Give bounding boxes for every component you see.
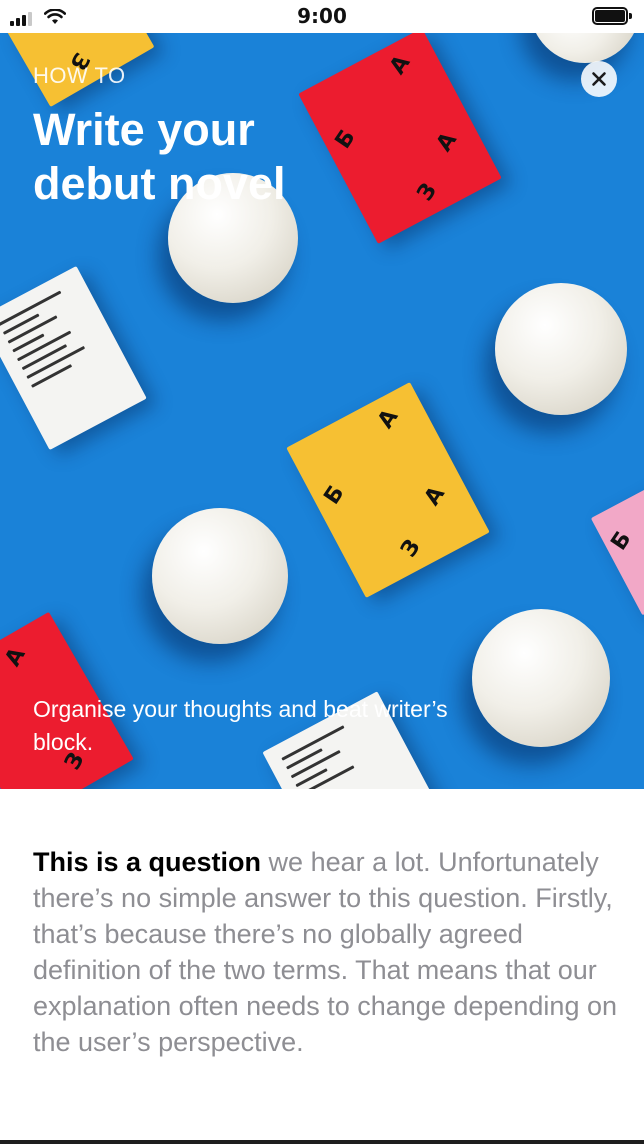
article-lead: This is a question bbox=[33, 847, 262, 877]
card-pink-right: Б bbox=[590, 480, 644, 616]
card-letter: З bbox=[412, 178, 443, 206]
hero-image: А З А Б А З А Б А З Б А З HOW TO Write y… bbox=[0, 33, 644, 789]
hero-eyebrow: HOW TO bbox=[33, 63, 126, 88]
article-text: we hear a lot. Unfortunately there’s no … bbox=[33, 847, 617, 1057]
article-body: This is a question we hear a lot. Unfort… bbox=[33, 844, 623, 1060]
card-letter: А bbox=[385, 51, 416, 80]
card-letter: А bbox=[431, 128, 463, 157]
bottom-divider bbox=[0, 1140, 644, 1144]
hero-subtitle: Organise your thoughts and beat writer’s… bbox=[33, 696, 448, 755]
card-letter: Б bbox=[606, 527, 637, 555]
battery-icon bbox=[592, 7, 632, 25]
ball bbox=[530, 33, 640, 63]
card-letter: А bbox=[0, 643, 31, 671]
status-time: 9:00 bbox=[297, 4, 347, 28]
close-icon bbox=[592, 72, 606, 86]
card-letter: Б bbox=[319, 481, 350, 510]
card-yellow-center: А Б А З bbox=[286, 382, 490, 598]
page-title: Write your debut novel bbox=[33, 104, 286, 209]
ball bbox=[152, 508, 288, 644]
card-white-left bbox=[0, 265, 147, 451]
ball bbox=[472, 609, 610, 747]
close-button[interactable] bbox=[581, 61, 617, 97]
card-letter: З bbox=[396, 535, 426, 563]
status-bar: 9:00 bbox=[0, 0, 644, 33]
card-letter: А bbox=[419, 482, 451, 511]
ball bbox=[495, 283, 627, 415]
card-letter: А bbox=[373, 405, 404, 434]
